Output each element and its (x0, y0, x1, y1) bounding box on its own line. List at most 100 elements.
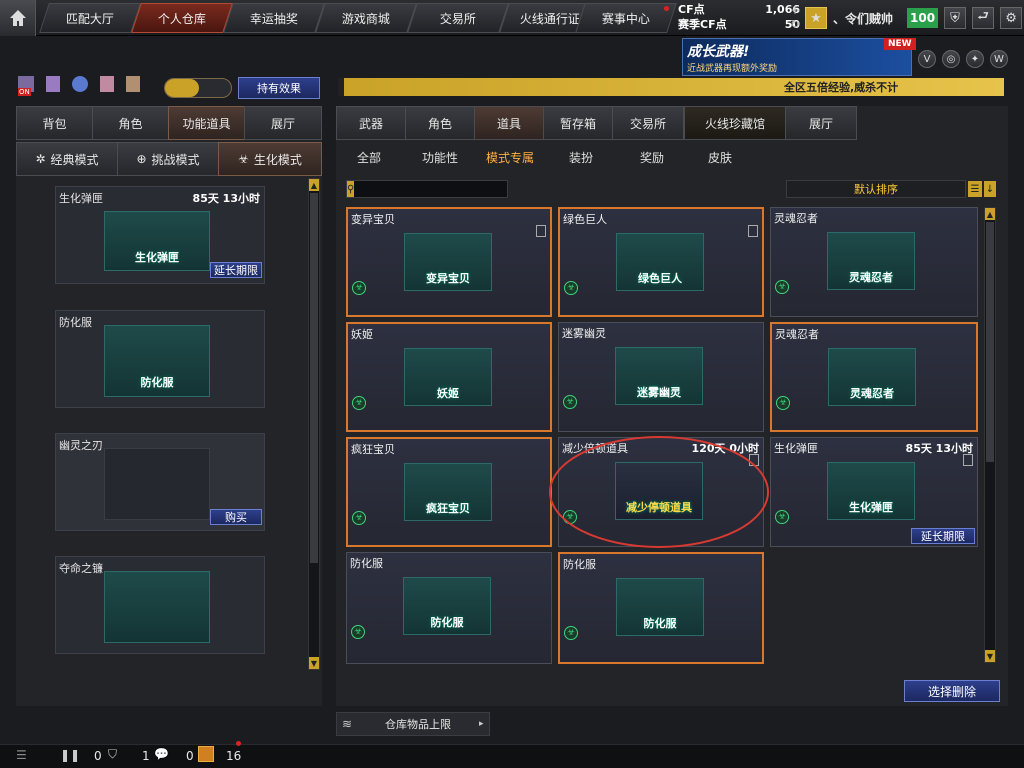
extend-button[interactable]: 延长期限 (911, 528, 975, 544)
grid-item[interactable]: 防化服 防化服 ☣ (558, 552, 764, 664)
tab-collection-hall[interactable]: 火线珍藏馆 (684, 106, 786, 140)
grid-item[interactable]: 绿色巨人 绿色巨人 ☣ (558, 207, 764, 317)
subtab-rewards[interactable]: 奖励 (640, 149, 664, 166)
effect-icon-2[interactable] (46, 76, 60, 92)
rank-icon: ★ (805, 7, 827, 29)
effect-icon-4[interactable] (100, 76, 114, 92)
sort-order-icon[interactable]: ↓ (984, 181, 996, 197)
subtab-skins[interactable]: 皮肤 (708, 149, 732, 166)
home-button[interactable] (0, 0, 36, 36)
friends-icon[interactable]: ❚❚ (60, 748, 80, 762)
sort-dropdown[interactable]: 默认排序 (786, 180, 966, 198)
trash-icon[interactable] (963, 454, 973, 466)
return-icon[interactable]: ⮐ (972, 7, 995, 29)
clan-shield-icon[interactable]: ⛉ (108, 747, 117, 762)
tab-items[interactable]: 道具 (474, 106, 544, 140)
expand-arrow-icon[interactable]: ▸ (479, 719, 489, 729)
shield-icon[interactable]: ⛨ (944, 7, 967, 29)
effect-toggle[interactable] (164, 78, 232, 98)
tab-weapons[interactable]: 武器 (336, 106, 406, 140)
scroll-thumb[interactable] (310, 193, 318, 563)
list-item[interactable]: 幽灵之刃 购买 (55, 433, 265, 531)
grid-item[interactable]: 灵魂忍者 灵魂忍者 ☣ (770, 322, 978, 432)
scroll-thumb[interactable] (986, 222, 994, 462)
tab-backpack[interactable]: 背包 (16, 106, 93, 140)
item-label: 防化服 (140, 376, 174, 389)
marquee-text: 全区五倍经验,威杀不计 (784, 81, 899, 94)
grid-item[interactable]: 变异宝贝 变异宝贝 ☣ (346, 207, 552, 317)
subtab-dress-up[interactable]: 装扮 (569, 149, 593, 166)
mode-challenge[interactable]: ⊕ 挑战模式 (117, 142, 219, 176)
effect-icon-5[interactable] (126, 76, 140, 92)
item-image: 生化弹匣 (104, 211, 210, 271)
scroll-down-icon[interactable]: ▼ (309, 657, 319, 669)
search-input[interactable] (354, 181, 532, 197)
chat-icon[interactable]: 💬 (154, 747, 169, 761)
tab-match-lobby[interactable]: 匹配大厅 (39, 3, 141, 33)
badge-icon-2[interactable]: ◎ (942, 50, 960, 68)
add-cf-icon[interactable]: + (790, 3, 800, 17)
left-scrollbar[interactable]: ▲ ▼ (308, 178, 320, 670)
mode-classic[interactable]: ✲ 经典模式 (16, 142, 118, 176)
scroll-down-icon[interactable]: ▼ (985, 650, 995, 662)
cf-label: CF点 (678, 3, 705, 16)
buy-button[interactable]: 购买 (210, 509, 262, 525)
gear-icon[interactable]: ⚙ (1000, 7, 1023, 29)
tab-game-mall[interactable]: 游戏商城 (315, 3, 417, 33)
select-delete-button[interactable]: 选择删除 (904, 680, 1000, 702)
right-scrollbar[interactable]: ▲ ▼ (984, 207, 996, 663)
scroll-up-icon[interactable]: ▲ (309, 179, 319, 191)
storage-limit-bar[interactable]: ≋ 仓库物品上限 ▸ (336, 712, 490, 736)
extend-button[interactable]: 延长期限 (210, 262, 262, 278)
scroll-up-icon[interactable]: ▲ (985, 208, 995, 220)
mode-biochemical[interactable]: ☣ 生化模式 (218, 142, 322, 176)
effects-button[interactable]: 持有效果 (238, 77, 320, 99)
grid-item[interactable]: 灵魂忍者 灵魂忍者 ☣ (770, 207, 978, 317)
storage-label: 仓库物品上限 (385, 718, 451, 731)
tab-functional-items[interactable]: 功能道具 (168, 106, 245, 140)
grid-item[interactable]: 妖姬 妖姬 ☣ (346, 322, 552, 432)
subtab-all[interactable]: 全部 (357, 149, 381, 166)
badge-icon-3[interactable]: ✦ (966, 50, 984, 68)
promo-banner[interactable]: 成长武器! 近战武器再现额外奖励 (682, 38, 912, 76)
sort-list-icon[interactable]: ☰ (968, 181, 982, 197)
subtab-mode-exclusive[interactable]: 模式专属 (486, 149, 534, 166)
refresh-icon[interactable]: ↻ (790, 17, 800, 31)
trash-icon[interactable] (748, 225, 758, 237)
item-name: 灵魂忍者 (774, 212, 818, 225)
item-image: 防化服 (616, 578, 704, 636)
grid-item[interactable]: 迷雾幽灵 迷雾幽灵 ☣ (558, 322, 764, 432)
menu-icon[interactable]: ☰ (16, 748, 27, 762)
tab-showroom[interactable]: 展厅 (785, 106, 857, 140)
gift-icon[interactable] (198, 746, 214, 762)
badge-icon-4[interactable]: W (990, 50, 1008, 68)
item-image: 灵魂忍者 (828, 348, 916, 406)
trash-icon[interactable] (536, 225, 546, 237)
item-image: 绿色巨人 (616, 233, 704, 291)
item-time: 85天 13小时 (192, 192, 260, 205)
subtab-functional[interactable]: 功能性 (422, 149, 458, 166)
mode-label: 经典模式 (50, 152, 99, 167)
grid-item[interactable]: 生化弹匣 85天 13小时 生化弹匣 ☣ 延长期限 (770, 437, 978, 547)
notification-dot (236, 741, 241, 746)
effect-icon-3[interactable] (72, 76, 88, 92)
tab-personal-warehouse[interactable]: 个人仓库 (131, 3, 233, 33)
search-box[interactable]: ⚲ (346, 180, 532, 198)
list-item[interactable]: 防化服 防化服 (55, 310, 265, 408)
badge-icon-1[interactable]: V (918, 50, 936, 68)
tab-events[interactable]: 赛事中心 (575, 3, 677, 33)
effect-icon-1[interactable]: ON (18, 76, 34, 96)
search-icon: ⚲ (347, 181, 355, 197)
tab-storage-box[interactable]: 暂存箱 (543, 106, 613, 140)
tab-showroom[interactable]: 展厅 (244, 106, 322, 140)
list-item[interactable]: 生化弹匣 85天 13小时 生化弹匣 延长期限 (55, 186, 265, 284)
tab-exchange[interactable]: 交易所 (612, 106, 684, 140)
tab-lucky-draw[interactable]: 幸运抽奖 (223, 3, 325, 33)
tab-characters[interactable]: 角色 (405, 106, 475, 140)
grid-item[interactable]: 疯狂宝贝 疯狂宝贝 ☣ (346, 437, 552, 547)
tab-exchange[interactable]: 交易所 (407, 3, 509, 33)
grid-item[interactable]: 防化服 防化服 ☣ (346, 552, 552, 664)
list-item[interactable]: 夺命之镰 (55, 556, 265, 654)
item-name: 变异宝贝 (351, 213, 395, 226)
tab-characters[interactable]: 角色 (92, 106, 169, 140)
